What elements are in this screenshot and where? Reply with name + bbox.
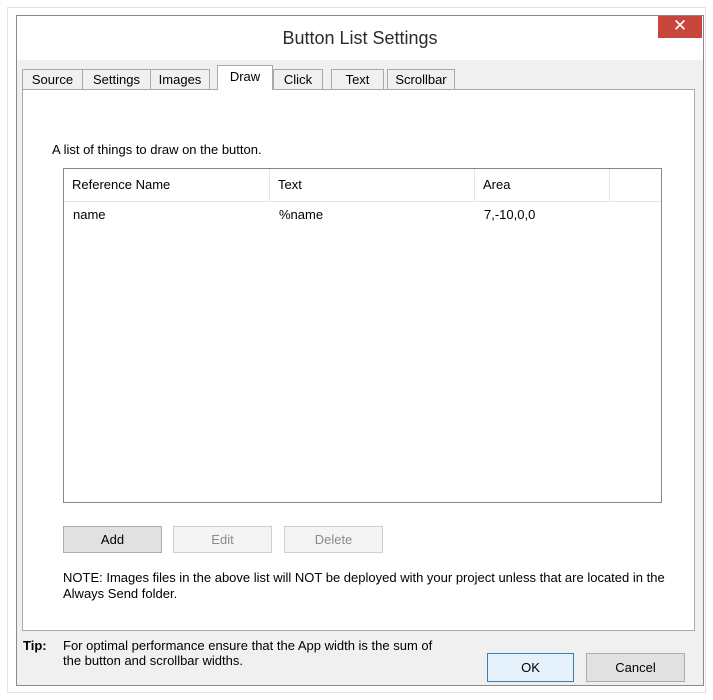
list-header: Reference Name Text Area	[64, 169, 661, 202]
deployment-note: NOTE: Images files in the above list wil…	[63, 570, 665, 601]
draw-tab-panel: A list of things to draw on the button. …	[22, 89, 695, 631]
cell-reference-name: name	[73, 207, 106, 222]
tab-click[interactable]: Click	[273, 69, 323, 89]
tab-settings[interactable]: Settings	[82, 69, 151, 89]
tip-text: For optimal performance ensure that the …	[63, 638, 433, 668]
tab-source[interactable]: Source	[22, 69, 83, 89]
cancel-button[interactable]: Cancel	[586, 653, 685, 682]
ok-button[interactable]: OK	[487, 653, 574, 682]
footer-bar: Tip: For optimal performance ensure that…	[17, 633, 703, 685]
close-icon: ✕	[672, 16, 688, 36]
column-header-reference-name[interactable]: Reference Name	[64, 169, 270, 201]
tab-draw[interactable]: Draw	[217, 65, 273, 90]
edit-button[interactable]: Edit	[173, 526, 272, 553]
draw-description: A list of things to draw on the button.	[52, 142, 262, 157]
tip-label: Tip:	[23, 638, 47, 653]
close-button[interactable]: ✕	[658, 16, 702, 38]
tab-strip: Source Settings Images Draw Click Text S…	[22, 65, 700, 90]
tab-scrollbar[interactable]: Scrollbar	[387, 69, 455, 89]
cell-text: %name	[279, 207, 324, 222]
column-header-area[interactable]: Area	[475, 169, 610, 201]
tab-text[interactable]: Text	[331, 69, 384, 89]
draw-items-list[interactable]: Reference Name Text Area name %name 7,-1…	[63, 168, 662, 503]
list-item[interactable]: name %name 7,-10,0,0	[64, 204, 661, 226]
column-header-text[interactable]: Text	[270, 169, 475, 201]
delete-button[interactable]: Delete	[284, 526, 383, 553]
window-title: Button List Settings	[282, 28, 438, 48]
tab-images[interactable]: Images	[150, 69, 210, 89]
add-button[interactable]: Add	[63, 526, 162, 553]
dialog-window: Button List Settings ✕ Source Settings I…	[16, 15, 704, 686]
cell-area: 7,-10,0,0	[484, 207, 536, 222]
title-bar: Button List Settings ✕	[17, 16, 703, 60]
